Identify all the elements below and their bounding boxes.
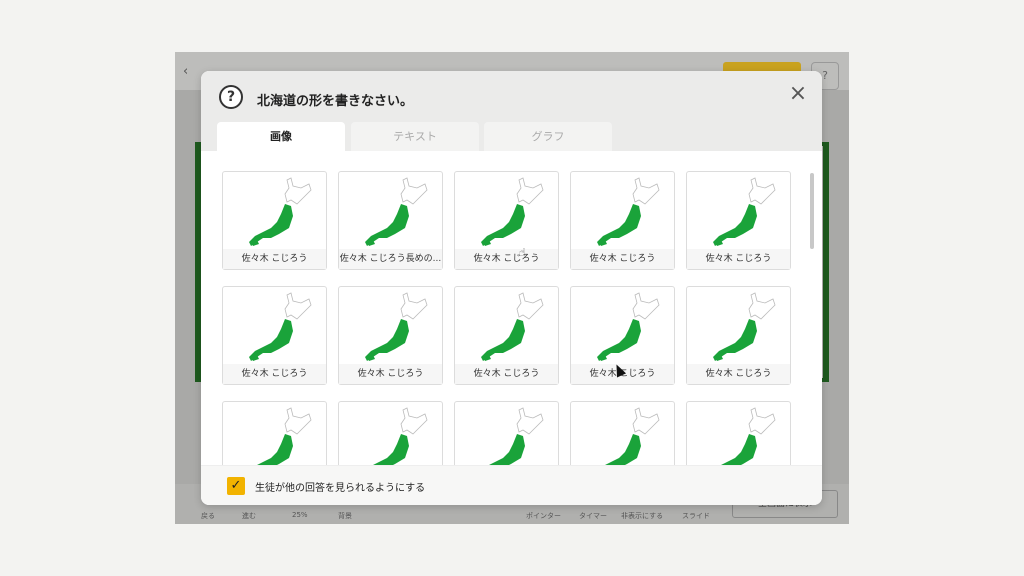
app-label-hide: 非表示にする <box>621 512 664 520</box>
japan-map-image <box>583 291 663 363</box>
app-label-zoom: 25% <box>292 511 308 519</box>
japan-map-image <box>699 406 779 465</box>
japan-map-image <box>351 291 431 363</box>
modal-header: ? 北海道の形を書きなさい。 × 画像 テキスト グラフ <box>201 71 822 151</box>
answer-card[interactable]: 佐々木 こじろう <box>222 286 327 385</box>
answer-card[interactable]: 佐々木 こじろう <box>222 171 327 270</box>
answer-card[interactable]: 佐々木 こじろう <box>454 286 559 385</box>
app-label-back: 戻る <box>201 512 215 520</box>
japan-map-image <box>583 176 663 248</box>
answer-card[interactable] <box>222 401 327 465</box>
answer-card[interactable]: 佐々木 こじろう <box>686 286 791 385</box>
answer-grid: 佐々木 こじろう 佐々木 こじろう長めの... 佐々木 こじろう 佐々木 こじろう 佐々… <box>201 151 822 465</box>
student-name: 佐々木 こじろう <box>339 364 442 384</box>
answer-card[interactable] <box>454 401 559 465</box>
answer-card[interactable]: 佐々木 こじろう <box>686 171 791 270</box>
student-name: 佐々木 こじろう長めの... <box>339 249 442 269</box>
student-name: 佐々木 こじろう <box>571 249 674 269</box>
modal-footer: ✓ 生徒が他の回答を見られるようにする <box>201 465 822 505</box>
share-answers-checkbox[interactable]: ✓ <box>227 477 245 495</box>
answer-card[interactable] <box>686 401 791 465</box>
student-name: 佐々木 こじろう <box>223 249 326 269</box>
japan-map-image <box>583 406 663 465</box>
answer-card[interactable]: 佐々木 こじろう <box>454 171 559 270</box>
app-label-pointer: ポインター <box>526 512 561 520</box>
tab-image[interactable]: 画像 <box>217 122 345 151</box>
student-name: 佐々木 こじろう <box>687 249 790 269</box>
answer-card[interactable] <box>338 401 443 465</box>
tab-text[interactable]: テキスト <box>351 122 479 151</box>
student-name: 佐々木 こじろう <box>455 249 558 269</box>
japan-map-image <box>467 176 547 248</box>
close-button[interactable]: × <box>787 83 809 106</box>
japan-map-image <box>699 176 779 248</box>
question-icon: ? <box>219 85 243 109</box>
student-name: 佐々木 こじろう <box>223 364 326 384</box>
answer-card[interactable] <box>570 401 675 465</box>
answers-modal: ? 北海道の形を書きなさい。 × 画像 テキスト グラフ 佐々木 こじろう 佐々木… <box>201 71 822 505</box>
answer-card[interactable]: 佐々木 こじろう <box>570 171 675 270</box>
app-label-background: 背景 <box>338 512 352 520</box>
japan-map-image <box>467 291 547 363</box>
app-label-forward: 進む <box>242 512 256 520</box>
app-label-timer: タイマー <box>579 512 607 520</box>
back-chevron-icon: ‹ <box>183 64 189 79</box>
japan-map-image <box>467 406 547 465</box>
student-name: 佐々木 こじろう <box>455 364 558 384</box>
japan-map-image <box>351 406 431 465</box>
answer-card[interactable]: 佐々木 こじろう長めの... <box>338 171 443 270</box>
japan-map-image <box>351 176 431 248</box>
answer-card[interactable]: 佐々木 こじろう <box>338 286 443 385</box>
question-title: 北海道の形を書きなさい。 <box>257 94 414 109</box>
tab-graph[interactable]: グラフ <box>484 122 612 151</box>
hand-cursor-icon: ☝ <box>519 246 526 259</box>
japan-map-image <box>235 406 315 465</box>
app-label-slide: スライド <box>682 512 710 520</box>
student-name: 佐々木 こじろう <box>687 364 790 384</box>
japan-map-image <box>235 176 315 248</box>
share-answers-label: 生徒が他の回答を見られるようにする <box>255 483 426 494</box>
scrollbar[interactable] <box>810 173 814 249</box>
japan-map-image <box>235 291 315 363</box>
japan-map-image <box>699 291 779 363</box>
